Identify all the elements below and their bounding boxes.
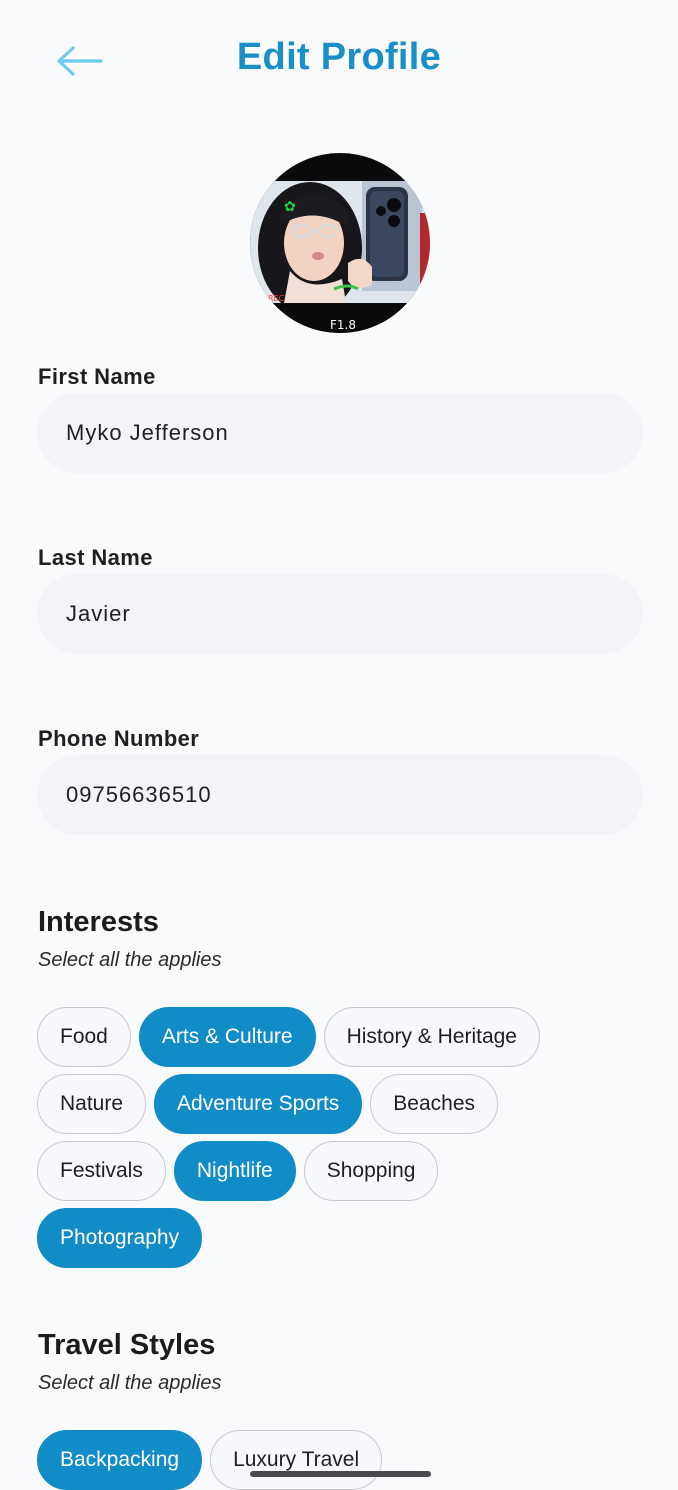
edit-profile-screen: Edit Profile ✿ REC F1.8 First Name Myko … [0, 0, 678, 1490]
last-name-input[interactable] [37, 574, 643, 654]
interest-chip-nature[interactable]: Nature [37, 1074, 147, 1134]
phone-number-label: Phone Number [38, 726, 200, 751]
phone-number-input[interactable] [37, 755, 643, 835]
interest-chip-history-and-heritage[interactable]: History & Heritage [323, 1007, 540, 1067]
camera-label: F1.8 [330, 318, 356, 332]
home-indicator [250, 1471, 431, 1477]
first-name-input[interactable] [37, 393, 643, 473]
interest-chip-adventure-sports[interactable]: Adventure Sports [154, 1074, 363, 1134]
interest-chip-nightlife[interactable]: Nightlife [173, 1141, 296, 1201]
interest-chip-row: Festivals Nightlife Shopping [37, 1141, 439, 1201]
interest-chip-shopping[interactable]: Shopping [303, 1141, 439, 1201]
interest-chip-beaches[interactable]: Beaches [370, 1074, 499, 1134]
last-name-label: Last Name [38, 545, 153, 570]
interest-chip-row: Food Arts & Culture History & Heritage [37, 1007, 540, 1067]
interest-chip-photography[interactable]: Photography [37, 1208, 203, 1268]
page-title: Edit Profile [236, 36, 442, 78]
interest-chip-row: Photography [37, 1208, 203, 1268]
travel-style-chip-backpacking[interactable]: Backpacking [37, 1430, 203, 1490]
interest-chip-row: Nature Adventure Sports Beaches [37, 1074, 499, 1134]
avatar[interactable]: ✿ REC F1.8 [250, 153, 430, 333]
rec-label: REC [268, 294, 285, 303]
interest-chip-arts-and-culture[interactable]: Arts & Culture [138, 1007, 316, 1067]
travel-styles-subtitle: Select all the applies [38, 1372, 222, 1394]
header: Edit Profile [0, 0, 678, 120]
interest-chip-festivals[interactable]: Festivals [37, 1141, 166, 1201]
interests-subtitle: Select all the applies [38, 949, 222, 971]
profile-photo: ✿ REC F1.8 [250, 153, 430, 333]
travel-style-chip-row: Backpacking Luxury Travel [37, 1430, 383, 1490]
first-name-label: First Name [38, 364, 156, 389]
svg-text:✿: ✿ [284, 199, 296, 215]
interest-chip-food[interactable]: Food [37, 1007, 131, 1067]
travel-style-chip-luxury-travel[interactable]: Luxury Travel [210, 1430, 383, 1490]
travel-styles-title: Travel Styles [38, 1329, 216, 1361]
interests-title: Interests [38, 906, 159, 938]
